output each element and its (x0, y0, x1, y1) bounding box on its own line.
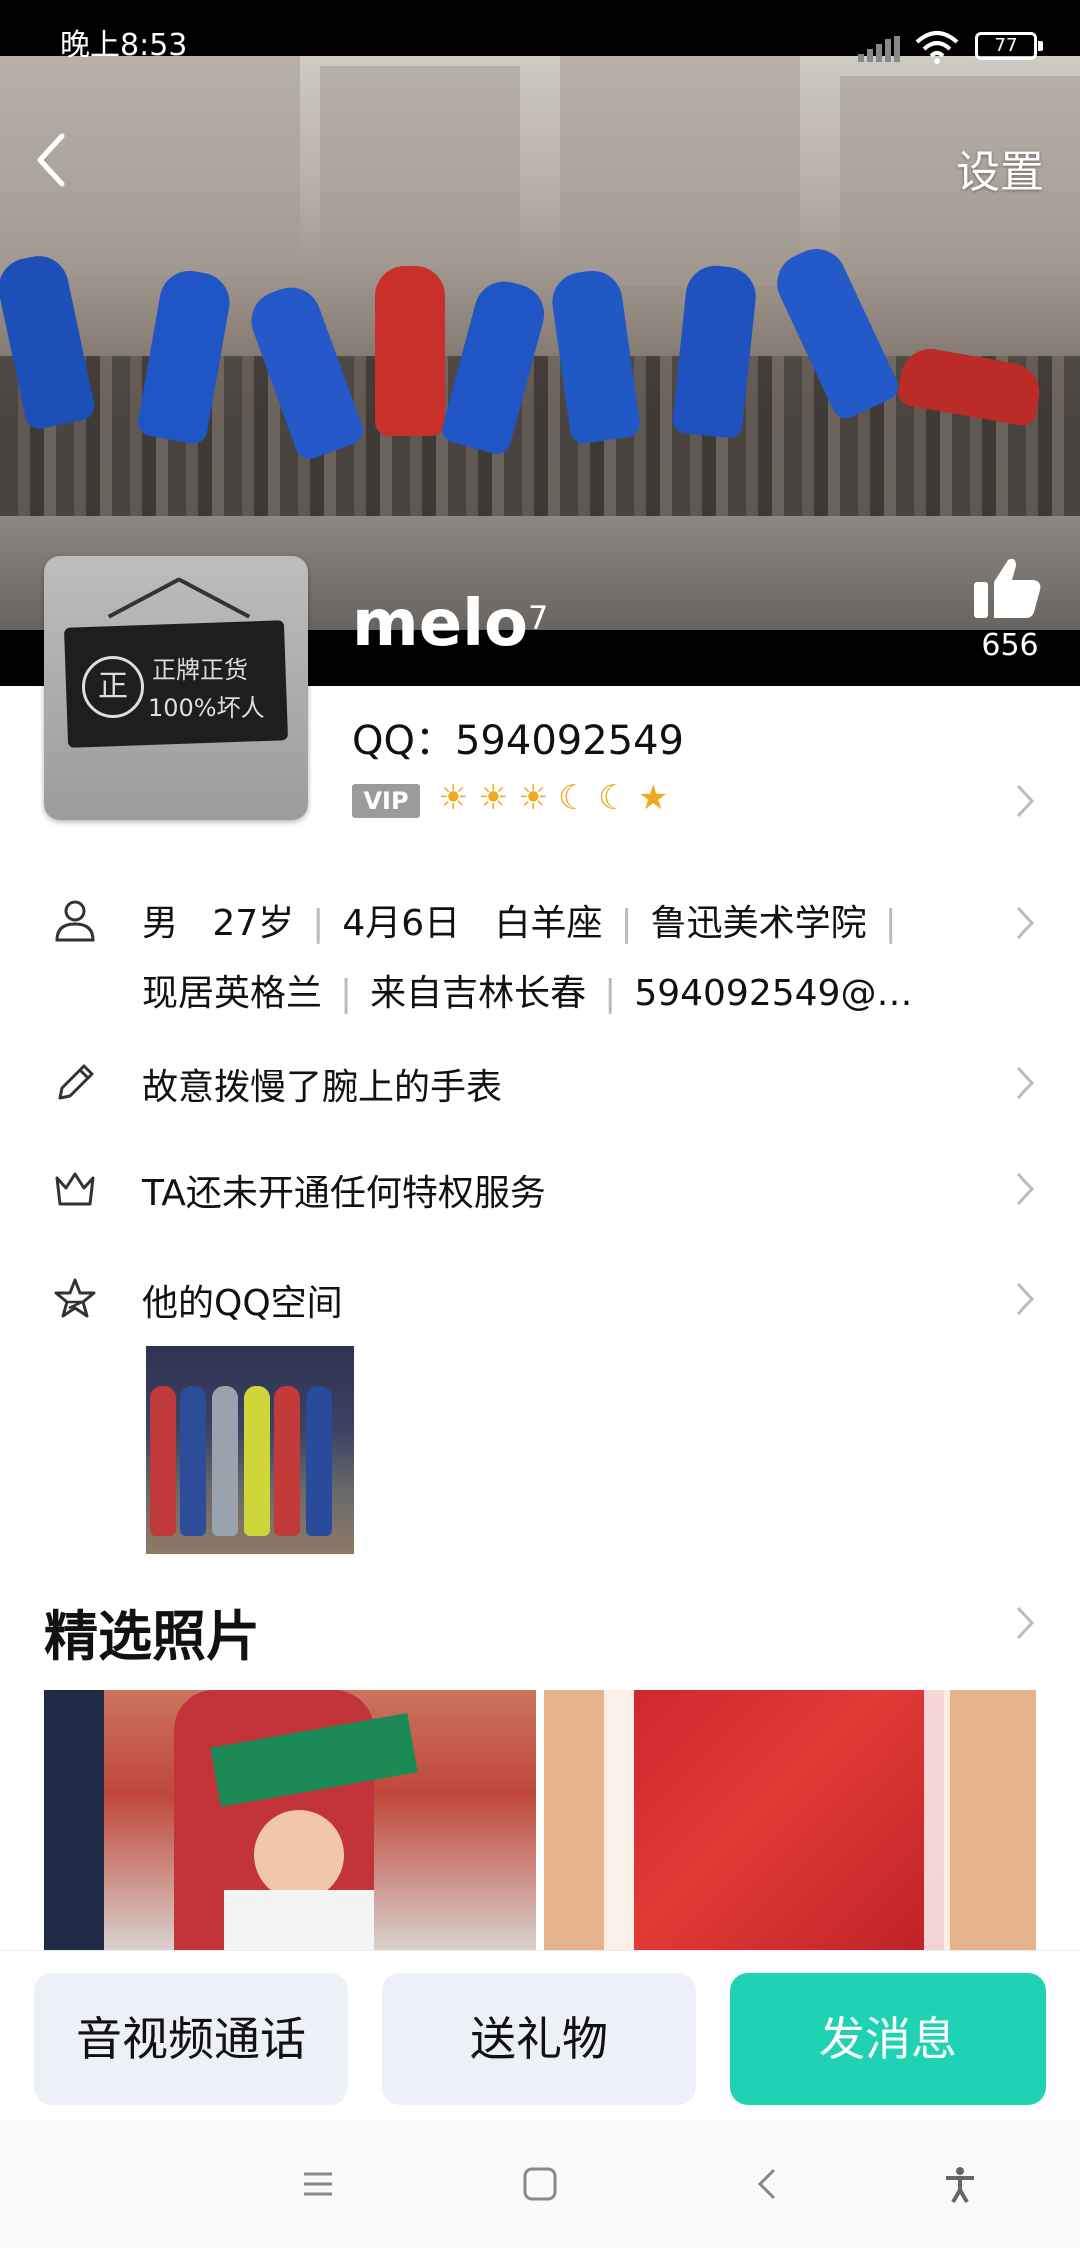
bottom-action-bar: 音视频通话 送礼物 发消息 (0, 1950, 1080, 2121)
basic-info-line1: 男 27岁 | 4月6日 白羊座 | 鲁迅美术学院 | (142, 903, 897, 944)
qq-level-icons[interactable]: ☀ ☀ ☀ ☾ ☾ ★ (438, 778, 678, 820)
qq-zone-row[interactable]: 他的QQ空间 (0, 1270, 1080, 1330)
send-message-button[interactable]: 发消息 (730, 1973, 1046, 2105)
like-count: 656 (981, 628, 1039, 663)
pencil-icon (58, 1064, 94, 1100)
system-nav-bar (0, 2120, 1080, 2248)
sun-icon: ☀ (518, 778, 549, 818)
featured-photos-title: 精选照片 (44, 1605, 260, 1668)
status-bar: 晚上8:53 77 (0, 0, 1080, 64)
back-nav-icon[interactable] (748, 2164, 788, 2204)
vip-badge: VIP (352, 784, 420, 818)
privilege-text: TA还未开通任何特权服务 (142, 1173, 546, 1214)
crown-icon (55, 1172, 95, 1206)
signal-icon (858, 36, 900, 62)
basic-info-line2: 现居英格兰 | 来自吉林长春 | 594092549@… (142, 973, 913, 1014)
thumbs-up-icon[interactable] (972, 556, 1044, 620)
home-icon[interactable] (520, 2164, 560, 2204)
send-gift-button[interactable]: 送礼物 (382, 1973, 696, 2105)
nickname: melo7 (352, 587, 549, 661)
signature-text: 故意拨慢了腕上的手表 (142, 1067, 503, 1108)
wifi-icon (915, 31, 959, 64)
status-time: 晚上8:53 (60, 28, 188, 63)
chevron-right-icon[interactable] (1014, 904, 1036, 942)
signature-row[interactable]: 故意拨慢了腕上的手表 (0, 1054, 1080, 1114)
battery-icon: 77 (975, 32, 1043, 60)
avatar-seal-text: 正 (82, 656, 144, 718)
settings-button[interactable]: 设置 (956, 136, 1044, 200)
back-icon[interactable] (30, 130, 74, 190)
qq-zone-thumbnail[interactable] (146, 1346, 354, 1554)
chevron-right-icon[interactable] (1014, 1064, 1036, 1102)
moon-icon: ☾ (558, 778, 589, 818)
sun-icon: ☀ (478, 778, 509, 818)
nickname-superscript: 7 (528, 599, 549, 637)
featured-photo[interactable] (44, 1690, 536, 1952)
privilege-row[interactable]: TA还未开通任何特权服务 (0, 1160, 1080, 1220)
chevron-right-icon[interactable] (1014, 782, 1036, 820)
chevron-right-icon[interactable] (1014, 1170, 1036, 1208)
qq-zone-text: 他的QQ空间 (142, 1283, 343, 1324)
avatar-sign-line2: 100%坏人 (148, 694, 265, 722)
avatar-sign-line1: 正牌正货 (152, 656, 248, 684)
menu-icon[interactable] (298, 2164, 338, 2204)
star-outline-icon (54, 1278, 96, 1318)
avatar[interactable]: 正 正牌正货 100%坏人 (44, 556, 308, 820)
qq-number: QQ：594092549 (352, 718, 685, 764)
chevron-right-icon[interactable] (1014, 1280, 1036, 1318)
av-call-button[interactable]: 音视频通话 (34, 1973, 348, 2105)
star-icon: ★ (638, 778, 669, 818)
moon-icon: ☾ (598, 778, 629, 818)
chevron-right-icon[interactable] (1014, 1604, 1036, 1642)
accessibility-icon[interactable] (940, 2164, 980, 2204)
person-icon (55, 900, 95, 942)
sun-icon: ☀ (438, 778, 469, 818)
basic-info-row[interactable]: 男 27岁 | 4月6日 白羊座 | 鲁迅美术学院 | 现居英格兰 | 来自吉林长春 | 5940… (0, 890, 1080, 1020)
featured-photo[interactable] (544, 1690, 1036, 1952)
